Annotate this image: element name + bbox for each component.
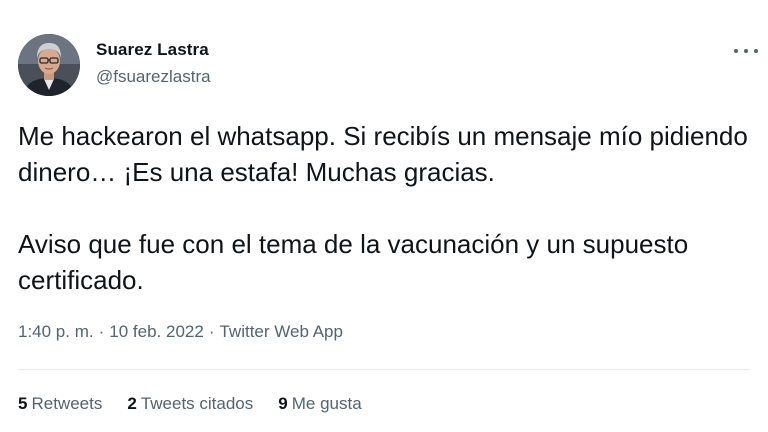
quotes-label: Tweets citados: [140, 394, 254, 413]
more-dot: [744, 49, 748, 53]
author-handle[interactable]: @fsuarezlastra: [96, 67, 211, 87]
tweet-date[interactable]: 10 feb. 2022: [109, 322, 204, 341]
tweet-meta: 1:40 p. m. · 10 feb. 2022 · Twitter Web App: [18, 322, 343, 342]
more-dot: [754, 49, 758, 53]
author-name[interactable]: Suarez Lastra: [96, 40, 209, 60]
tweet-card: Suarez Lastra @fsuarezlastra Me hackearo…: [0, 0, 768, 432]
retweets-stat[interactable]: 5 Retweets: [18, 394, 102, 414]
engagement-stats: 5 Retweets 2 Tweets citados 9 Me gusta: [18, 394, 387, 414]
meta-separator: ·: [208, 322, 215, 341]
tweet-source[interactable]: Twitter Web App: [219, 322, 342, 341]
likes-count: 9: [278, 394, 288, 413]
meta-separator: ·: [98, 322, 105, 341]
avatar[interactable]: [18, 34, 80, 96]
retweets-count: 5: [18, 394, 28, 413]
likes-label: Me gusta: [291, 394, 362, 413]
tweet-time[interactable]: 1:40 p. m.: [18, 322, 94, 341]
divider: [18, 369, 750, 370]
likes-stat[interactable]: 9 Me gusta: [278, 394, 361, 414]
quotes-stat[interactable]: 2 Tweets citados: [127, 394, 253, 414]
retweets-label: Retweets: [31, 394, 103, 413]
tweet-paragraph: Me hackearon el whatsapp. Si recibís un …: [18, 121, 748, 187]
tweet-paragraph: Aviso que fue con el tema de la vacunaci…: [18, 229, 689, 295]
quotes-count: 2: [127, 394, 137, 413]
tweet-text: Me hackearon el whatsapp. Si recibís un …: [18, 118, 753, 298]
more-options-icon[interactable]: [734, 44, 758, 58]
more-dot: [734, 49, 738, 53]
avatar-portrait: [18, 34, 80, 96]
